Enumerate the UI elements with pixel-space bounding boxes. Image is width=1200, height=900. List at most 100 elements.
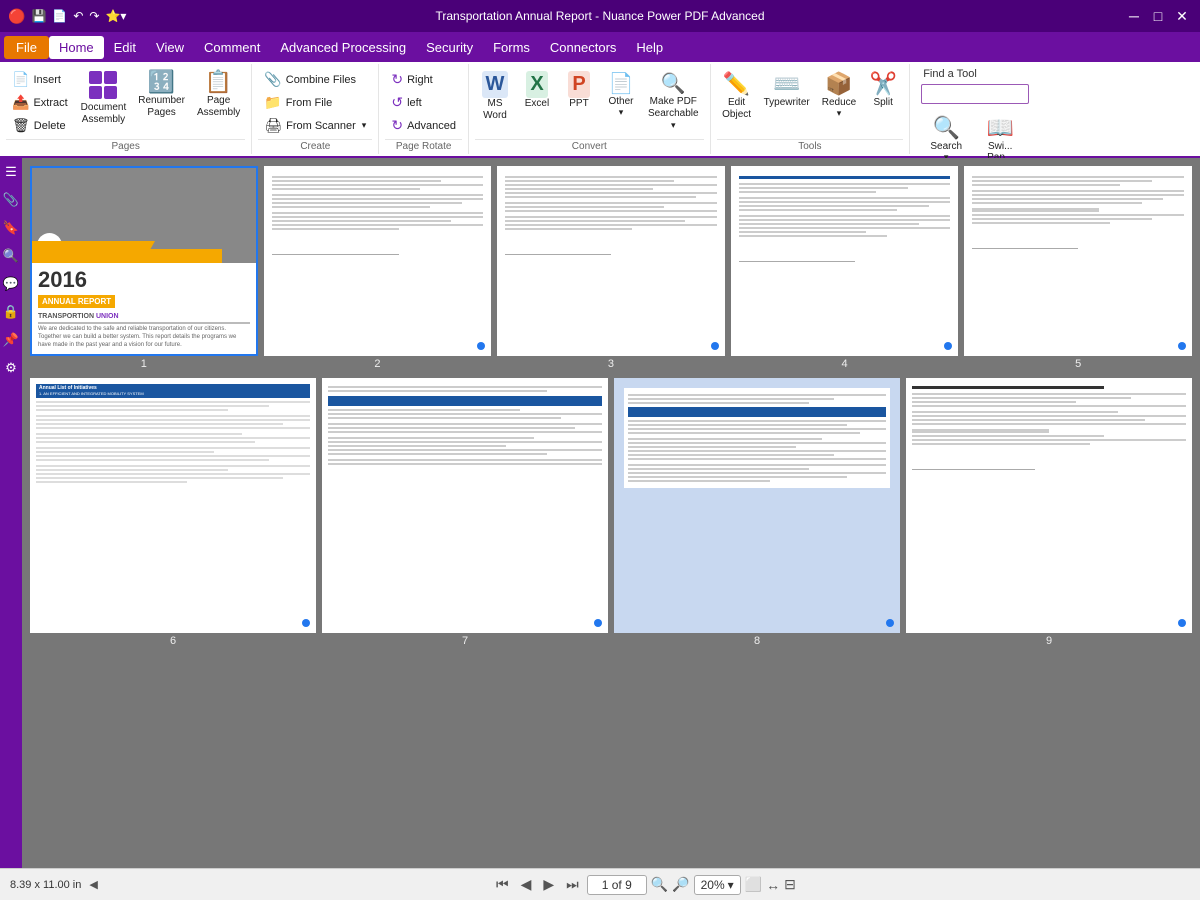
typewriter-button[interactable]: ⌨️ Typewriter	[759, 68, 815, 111]
page-assembly-button[interactable]: 📋 PageAssembly	[192, 68, 245, 122]
prev-page-button[interactable]: ◀	[517, 874, 536, 895]
sidebar-icon-8[interactable]: ⚙	[5, 360, 17, 376]
sidebar-icon-7[interactable]: 📌	[3, 332, 19, 348]
extract-button[interactable]: 📤 Extract	[6, 92, 74, 113]
line	[36, 419, 310, 421]
from-scanner-arrow: ▾	[362, 120, 367, 131]
page-thumb-4-inner[interactable]	[731, 166, 959, 356]
line	[505, 216, 717, 218]
line	[972, 198, 1162, 200]
excel-button[interactable]: X Excel	[517, 68, 557, 112]
ppt-button[interactable]: P PPT	[559, 68, 599, 112]
line	[328, 437, 534, 439]
zoom-selector[interactable]: 20% ▾	[694, 875, 741, 895]
line	[739, 205, 929, 207]
split-button[interactable]: ✂️ Split	[863, 68, 903, 111]
sidebar-collapse-btn[interactable]: ◀	[89, 878, 97, 891]
line	[328, 386, 602, 388]
sidebar-icon-3[interactable]: 🔖	[3, 220, 19, 236]
line	[912, 401, 1076, 403]
quick-access-new[interactable]: 📄	[52, 9, 67, 23]
menu-item-comment[interactable]: Comment	[194, 36, 270, 59]
menu-item-edit[interactable]: Edit	[104, 36, 146, 59]
page-thumb-6-inner[interactable]: Annual List of Initiatives1. AN EFFICIEN…	[30, 378, 316, 633]
page-thumb-1[interactable]: 🚌 2016 ANNUAL REPORT TRANSPORTION UNION …	[30, 166, 258, 372]
menu-item-connectors[interactable]: Connectors	[540, 36, 626, 59]
other-button[interactable]: 📄 Other ▾	[601, 68, 641, 121]
thumbnail-area: 🚌 2016 ANNUAL REPORT TRANSPORTION UNION …	[22, 158, 1200, 868]
page-thumb-7[interactable]: 7	[322, 378, 608, 649]
page-thumb-6[interactable]: Annual List of Initiatives1. AN EFFICIEN…	[30, 378, 316, 649]
rotate-right-button[interactable]: ↻ Right	[385, 69, 462, 90]
rotate-advanced-button[interactable]: ↻ Advanced	[385, 115, 462, 136]
document-assembly-button[interactable]: DocumentAssembly	[76, 68, 132, 129]
close-button[interactable]: ✕	[1172, 6, 1192, 26]
line	[972, 194, 1184, 196]
ms-word-button[interactable]: W MSWord	[475, 68, 515, 125]
page-thumb-5-inner[interactable]	[964, 166, 1192, 356]
maximize-button[interactable]: □	[1148, 6, 1168, 26]
edit-object-button[interactable]: ✏️ EditObject	[717, 68, 757, 124]
quick-access-custom[interactable]: ⭐▾	[105, 9, 126, 23]
page-thumb-9[interactable]: 9	[906, 378, 1192, 649]
page-thumb-7-inner[interactable]	[322, 378, 608, 633]
page-thumb-2-inner[interactable]	[264, 166, 492, 356]
delete-button[interactable]: 🗑 Delete	[6, 115, 74, 136]
menu-item-help[interactable]: Help	[626, 36, 673, 59]
fit-width-button[interactable]: ↔	[766, 877, 780, 893]
page-thumb-5[interactable]: 5	[964, 166, 1192, 372]
page-thumb-8-inner[interactable]	[614, 378, 900, 633]
make-pdf-searchable-button[interactable]: 🔍 Make PDFSearchable ▾	[643, 68, 704, 134]
window-controls: ─ □ ✕	[1124, 6, 1192, 26]
page-thumb-9-inner[interactable]	[906, 378, 1192, 633]
menu-item-home[interactable]: Home	[49, 36, 104, 59]
page-thumb-3-inner[interactable]	[497, 166, 725, 356]
insert-button[interactable]: 📄 Insert	[6, 69, 74, 90]
from-file-button[interactable]: 📁 From File	[258, 92, 372, 113]
first-page-button[interactable]: ⏮	[492, 874, 513, 895]
find-tool-input[interactable]	[921, 84, 1029, 104]
page-thumb-8[interactable]: 8	[614, 378, 900, 649]
quick-access-redo[interactable]: ↷	[89, 9, 99, 23]
renumber-pages-button[interactable]: 🔢 RenumberPages	[133, 68, 190, 122]
page-thumb-3[interactable]: 3	[497, 166, 725, 372]
menu-item-view[interactable]: View	[146, 36, 194, 59]
blue-bar-8	[628, 407, 886, 417]
menu-item-security[interactable]: Security	[416, 36, 483, 59]
menu-item-file[interactable]: File	[4, 36, 49, 59]
line	[36, 427, 310, 429]
line	[628, 438, 822, 440]
reduce-icon: 📦	[825, 71, 852, 97]
spacer	[972, 226, 1184, 246]
sidebar-icon-2[interactable]: 📎	[3, 192, 19, 208]
sidebar-icon-1[interactable]: ☰	[5, 164, 17, 180]
menu-item-forms[interactable]: Forms	[483, 36, 540, 59]
rotate-left-button[interactable]: ↺ left	[385, 92, 462, 113]
line	[628, 450, 886, 452]
menu-item-advanced-processing[interactable]: Advanced Processing	[270, 36, 416, 59]
dual-page-button[interactable]: ⊟	[784, 876, 796, 893]
line	[36, 405, 269, 407]
zoom-out-button[interactable]: 🔍	[651, 876, 668, 893]
next-page-button[interactable]: ▶	[539, 874, 558, 895]
blue-header-bar: Annual List of Initiatives1. AN EFFICIEN…	[36, 384, 310, 398]
fit-page-button[interactable]: ⬜	[745, 876, 762, 893]
sidebar-icon-6[interactable]: 🔒	[3, 304, 19, 320]
minimize-button[interactable]: ─	[1124, 6, 1144, 26]
line	[972, 190, 1184, 192]
last-page-button[interactable]: ⏭	[562, 874, 583, 895]
page-thumb-4[interactable]: 4	[731, 166, 959, 372]
quick-access-undo[interactable]: ↶	[73, 9, 83, 23]
sidebar-icon-5[interactable]: 💬	[3, 276, 19, 292]
page-thumb-2[interactable]: 2	[264, 166, 492, 372]
reduce-button[interactable]: 📦 Reduce ▾	[817, 68, 861, 122]
cover-bottom: 2016 ANNUAL REPORT TRANSPORTION UNION We…	[32, 263, 256, 353]
rotate-col: ↻ Right ↺ left ↻ Advanced	[385, 68, 462, 137]
page-5-content	[966, 168, 1190, 257]
sidebar-icon-4[interactable]: 🔍	[3, 248, 19, 264]
quick-access-save[interactable]: 💾	[31, 9, 46, 23]
combine-files-button[interactable]: 📎 Combine Files	[258, 69, 372, 90]
zoom-in-button[interactable]: 🔎	[672, 876, 689, 893]
from-scanner-button[interactable]: 🖨 From Scanner ▾	[258, 115, 372, 136]
page-thumb-1-inner[interactable]: 🚌 2016 ANNUAL REPORT TRANSPORTION UNION …	[30, 166, 258, 356]
